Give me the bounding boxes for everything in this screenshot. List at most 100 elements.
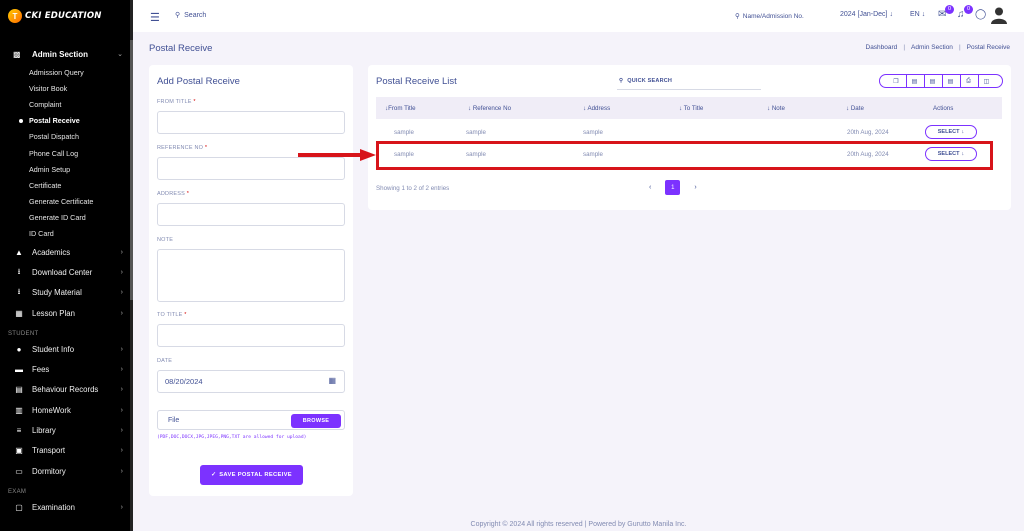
clipboard-icon: ▤ xyxy=(15,385,23,395)
address-input[interactable] xyxy=(157,203,345,226)
page-title: Postal Receive xyxy=(149,43,213,54)
sidebar-item-transport[interactable]: ▣ Transport › xyxy=(0,441,133,461)
sidebar-item-download-center[interactable]: ⭳ Download Center › xyxy=(0,262,133,282)
sidebar-item-label: HomeWork xyxy=(32,405,71,415)
cell-date: 20th Aug, 2024 xyxy=(847,129,889,136)
session-selector[interactable]: 2024 [Jan-Dec] ↓ xyxy=(840,11,893,18)
avatar[interactable] xyxy=(990,6,1008,24)
sidebar-subitem-phone-call-log[interactable]: Phone Call Log xyxy=(0,145,133,161)
from-title-input[interactable] xyxy=(157,111,345,134)
to-title-label: TO TITLE * xyxy=(157,312,187,318)
copy-icon[interactable]: ❐ xyxy=(888,74,904,88)
page-button-current[interactable]: 1 xyxy=(665,180,681,195)
brand-logo[interactable]: T CKI EDUCATION xyxy=(0,0,133,32)
sidebar-item-academics[interactable]: ▲ Academics › xyxy=(0,242,133,262)
column-reference-no[interactable]: ↓ Reference No xyxy=(468,105,511,112)
column-date[interactable]: ↓ Date xyxy=(846,105,864,112)
excel-icon[interactable]: ▤ xyxy=(906,74,922,88)
pdf-icon[interactable]: ▤ xyxy=(942,74,958,88)
column-address[interactable]: ↓ Address xyxy=(583,105,610,112)
sidebar-item-fees[interactable]: ▬ Fees › xyxy=(0,360,133,380)
sidebar-subitem-postal-receive[interactable]: Postal Receive xyxy=(0,113,133,129)
note-textarea[interactable] xyxy=(157,249,345,302)
csv-icon[interactable]: ▤ xyxy=(924,74,940,88)
column-actions: Actions xyxy=(933,105,954,112)
session-value: 2024 [Jan-Dec] xyxy=(840,11,888,18)
column-from-title[interactable]: ↓From Title xyxy=(385,105,416,112)
save-postal-receive-button[interactable]: ✓ SAVE POSTAL RECEIVE xyxy=(200,465,303,485)
top-search[interactable]: ⚲ Search xyxy=(175,11,206,20)
sidebar-subitem-postal-dispatch[interactable]: Postal Dispatch xyxy=(0,129,133,145)
pagination: ‹ 1 › xyxy=(649,180,697,195)
search-icon: ⚲ xyxy=(619,77,624,84)
sidebar-subitem-generate-id-card[interactable]: Generate ID Card xyxy=(0,210,133,226)
reference-no-label: REFERENCE NO * xyxy=(157,145,208,151)
sidebar-subitem-visitor-book[interactable]: Visitor Book xyxy=(0,80,133,96)
date-label: DATE xyxy=(157,358,173,364)
to-title-input[interactable] xyxy=(157,324,345,347)
sidebar-group-exam: EXAM xyxy=(8,489,27,496)
sidebar-item-behaviour-records[interactable]: ▤ Behaviour Records › xyxy=(0,380,133,400)
prev-page-icon[interactable]: ‹ xyxy=(649,184,651,191)
columns-icon[interactable]: ◫ xyxy=(978,74,994,88)
name-search-placeholder: Name/Admission No. xyxy=(742,12,804,20)
select-action-button[interactable]: SELECT ↓ xyxy=(925,125,977,139)
chevron-right-icon: › xyxy=(120,427,123,435)
sidebar-subitem-admin-setup[interactable]: Admin Setup xyxy=(0,161,133,177)
column-to-title[interactable]: ↓ To Title xyxy=(679,105,703,112)
logo-text: CKI EDUCATION xyxy=(25,11,102,21)
globe-icon[interactable]: ◯ xyxy=(975,9,986,20)
hamburger-menu-icon[interactable]: ☰ xyxy=(150,11,160,24)
breadcrumb-admin-section[interactable]: Admin Section xyxy=(911,44,953,51)
sidebar-item-study-material[interactable]: ⭳ Study Material › xyxy=(0,283,133,303)
bed-icon: ▭ xyxy=(15,466,23,476)
print-icon[interactable]: ⎙ xyxy=(960,74,976,88)
chevron-right-icon: › xyxy=(120,386,123,394)
calendar-icon[interactable]: ▦ xyxy=(328,376,336,385)
sidebar-item-label: Dormitory xyxy=(32,466,66,476)
sidebar-item-library[interactable]: ≡ Library › xyxy=(0,420,133,440)
sidebar-item-label: Study Material xyxy=(32,288,82,298)
file-upload-field[interactable]: File BROWSE xyxy=(157,410,345,430)
sidebar-item-dormitory[interactable]: ▭ Dormitory › xyxy=(0,461,133,481)
sidebar-scrollbar[interactable] xyxy=(130,0,133,531)
next-page-icon[interactable]: › xyxy=(694,184,696,191)
sidebar-scroll-thumb[interactable] xyxy=(130,40,133,300)
chevron-right-icon: › xyxy=(120,309,123,317)
chevron-right-icon: › xyxy=(120,248,123,256)
language-selector[interactable]: EN ↓ xyxy=(910,11,925,18)
bell-icon[interactable]: ♫ 0 xyxy=(957,5,973,20)
message-icon[interactable]: ✉ 0 xyxy=(938,5,954,20)
sidebar-subitem-id-card[interactable]: ID Card xyxy=(0,226,133,242)
sidebar-item-student-info[interactable]: ● Student Info › xyxy=(0,339,133,359)
sidebar-section-admin[interactable]: ▩ Admin Section ⌄ xyxy=(0,44,133,64)
chevron-right-icon: › xyxy=(120,366,123,374)
sidebar-subitem-certificate[interactable]: Certificate xyxy=(0,177,133,193)
date-input[interactable]: 08/20/2024 ▦ xyxy=(157,370,345,393)
breadcrumb-separator: | xyxy=(903,44,906,51)
sidebar-item-homework[interactable]: ▥ HomeWork › xyxy=(0,400,133,420)
sidebar-item-label: Lesson Plan xyxy=(32,308,75,318)
library-icon: ≡ xyxy=(16,426,22,436)
cell-address: sample xyxy=(583,129,603,136)
sidebar-item-lesson-plan[interactable]: ▦ Lesson Plan › xyxy=(0,303,133,323)
column-note[interactable]: ↓ Note xyxy=(767,105,785,112)
chevron-down-icon: ⌄ xyxy=(117,51,123,58)
check-icon: ✓ xyxy=(211,472,217,478)
sidebar-item-examination[interactable]: ▢ Examination › xyxy=(0,497,133,517)
sidebar-item-label: Fees xyxy=(32,365,50,375)
sidebar-subitem-complaint[interactable]: Complaint xyxy=(0,96,133,112)
chevron-right-icon: › xyxy=(120,269,123,276)
quick-search-input[interactable]: ⚲ QUICK SEARCH xyxy=(617,72,761,90)
name-admission-search[interactable]: ⚲ Name/Admission No. xyxy=(735,12,804,21)
browse-button[interactable]: BROWSE xyxy=(291,414,341,428)
cell-reference-no: sample xyxy=(466,129,486,136)
sidebar-subitem-admission-query[interactable]: Admission Query xyxy=(0,64,133,80)
entries-info: Showing 1 to 2 of 2 entries xyxy=(376,185,450,192)
search-icon: ⚲ xyxy=(735,13,740,20)
breadcrumb-dashboard[interactable]: Dashboard xyxy=(866,44,898,51)
users-icon: ▩ xyxy=(13,49,21,59)
sidebar-subitem-generate-certificate[interactable]: Generate Certificate xyxy=(0,194,133,210)
sidebar-item-label: Student Info xyxy=(32,344,75,354)
sidebar: T CKI EDUCATION ▩ Admin Section ⌄ Admiss… xyxy=(0,0,133,531)
